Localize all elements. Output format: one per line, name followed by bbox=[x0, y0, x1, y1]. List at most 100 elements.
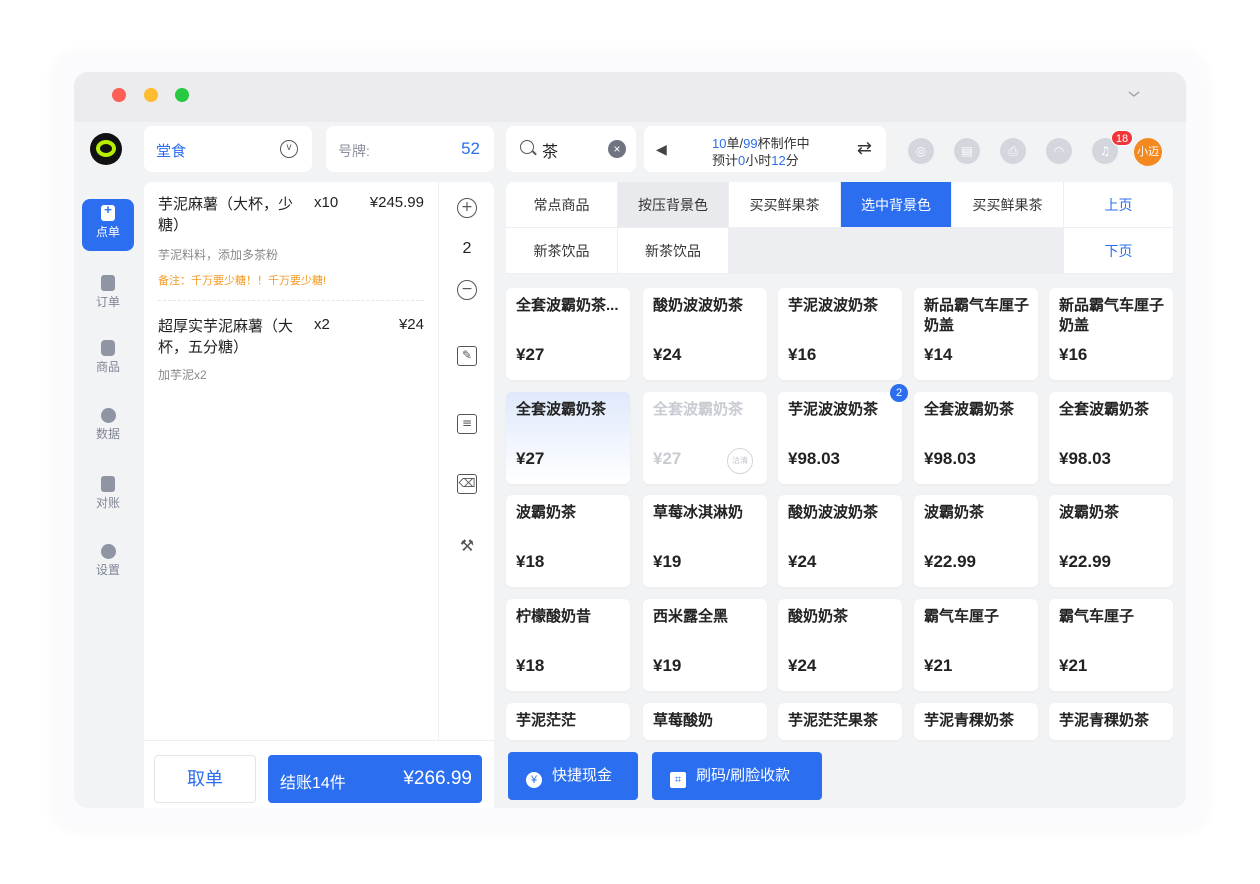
product-card[interactable]: 芋泥波波奶茶 ¥98.03 2 bbox=[778, 384, 908, 484]
product-card[interactable]: 全套波霸奶茶 ¥98.03 bbox=[1049, 392, 1173, 484]
order-tools: + 2 − ✎ ≡ ⌫ ⚒ bbox=[438, 182, 494, 748]
product-name: 西米露全黑 bbox=[653, 608, 729, 625]
dining-mode-select[interactable]: 堂食 v bbox=[144, 126, 312, 172]
order-item-name: 超厚实芋泥麻薯（大杯，五分糖） bbox=[158, 318, 294, 356]
sidebar-item-data[interactable]: 数据 bbox=[82, 402, 134, 454]
scan-pay-button[interactable]: ⌗ 刷码/刷脸收款 bbox=[652, 752, 822, 800]
category-tab-empty bbox=[729, 228, 841, 274]
trash-icon[interactable]: ⌫ bbox=[457, 474, 477, 494]
cancel-order-button[interactable]: 取单 bbox=[154, 755, 256, 803]
chevron-down-icon[interactable] bbox=[1126, 86, 1142, 102]
production-eta: 预计0小时12分 bbox=[712, 153, 799, 168]
wifi-icon[interactable]: ◠ bbox=[1046, 138, 1072, 164]
edit-icon[interactable]: ✎ bbox=[457, 346, 477, 366]
printer-icon[interactable]: ⎙ bbox=[1000, 138, 1026, 164]
number-plate-label: 号牌: bbox=[338, 143, 370, 159]
number-plate-value: 52 bbox=[461, 139, 480, 158]
prev-page-button[interactable]: 上页 bbox=[1064, 182, 1174, 228]
product-price: ¥24 bbox=[788, 656, 817, 675]
product-card[interactable]: 芋泥波波奶茶 ¥16 bbox=[778, 288, 902, 380]
receipt-icon[interactable]: ▤ bbox=[954, 138, 980, 164]
app-window: 点单 订单 商品 数据 对账 设置 堂食 v 号牌: 52 茶 bbox=[74, 72, 1186, 808]
sold-out-stamp: 沽清 bbox=[727, 448, 753, 474]
sidebar-item-order-entry[interactable]: 点单 bbox=[82, 199, 134, 251]
product-card[interactable]: 芋泥茫茫 bbox=[506, 703, 630, 740]
category-tab[interactable]: 新茶饮品 bbox=[618, 228, 729, 274]
speaker-icon: ◀︎ bbox=[656, 141, 667, 157]
search-query: 茶 bbox=[542, 144, 559, 161]
sidebar-item-label: 对账 bbox=[95, 496, 120, 510]
note-edit-icon[interactable]: ≡ bbox=[457, 414, 477, 434]
minimize-window-button[interactable] bbox=[144, 88, 158, 102]
avatar[interactable]: 小迈 bbox=[1134, 138, 1162, 166]
title-bar bbox=[74, 72, 1186, 122]
product-card[interactable]: 草莓冰淇淋奶 ¥19 bbox=[643, 495, 767, 587]
product-price: ¥19 bbox=[653, 656, 682, 675]
search-input[interactable]: 茶 × bbox=[506, 126, 636, 172]
clear-broom-icon[interactable]: ⚒ bbox=[457, 538, 477, 558]
category-tab[interactable]: 买买鲜果茶 bbox=[952, 182, 1064, 228]
product-card[interactable]: 波霸奶茶 ¥22.99 bbox=[914, 495, 1038, 587]
product-price: ¥16 bbox=[788, 345, 817, 364]
category-tab[interactable]: 按压背景色 bbox=[618, 182, 729, 228]
sidebar-item-products[interactable]: 商品 bbox=[82, 334, 134, 386]
order-item-qty: x2 bbox=[314, 316, 330, 333]
product-name: 新品霸气车厘子奶盖 bbox=[924, 297, 1030, 334]
product-card[interactable]: 酸奶奶茶 ¥24 bbox=[778, 599, 902, 691]
quick-cash-button[interactable]: ¥ 快捷现金 bbox=[508, 752, 638, 800]
document-icon bbox=[101, 275, 115, 291]
sidebar-item-orders[interactable]: 订单 bbox=[82, 269, 134, 321]
product-card[interactable]: 霸气车厘子 ¥21 bbox=[914, 599, 1038, 691]
product-card[interactable]: 全套波霸奶茶 ¥27 bbox=[506, 392, 630, 484]
sidebar-item-reconcile[interactable]: 对账 bbox=[82, 470, 134, 522]
clear-search-icon[interactable]: × bbox=[608, 140, 626, 158]
product-price: ¥24 bbox=[788, 552, 817, 571]
product-price: ¥16 bbox=[1059, 345, 1088, 364]
member-icon[interactable]: ◎ bbox=[908, 138, 934, 164]
category-tab[interactable]: 买买鲜果茶 bbox=[729, 182, 841, 228]
close-window-button[interactable] bbox=[112, 88, 126, 102]
product-name: 全套波霸奶茶 bbox=[1059, 401, 1150, 418]
checkout-total: ¥266.99 bbox=[403, 768, 472, 789]
product-price: ¥98.03 bbox=[924, 449, 976, 468]
product-card[interactable]: 草莓酸奶 bbox=[643, 703, 767, 740]
product-price: ¥27 bbox=[516, 345, 545, 364]
product-name: 波霸奶茶 bbox=[516, 504, 577, 521]
product-card[interactable]: 霸气车厘子 ¥21 bbox=[1049, 599, 1173, 691]
product-name: 芋泥茫茫果茶 bbox=[788, 712, 879, 729]
number-plate-field[interactable]: 号牌: 52 bbox=[326, 126, 494, 172]
product-card[interactable]: 酸奶波波奶茶 ¥24 bbox=[778, 495, 902, 587]
product-card[interactable]: 新品霸气车厘子奶盖 ¥16 bbox=[1049, 288, 1173, 380]
product-card[interactable]: 柠檬酸奶昔 ¥18 bbox=[506, 599, 630, 691]
product-price: ¥27 bbox=[516, 449, 545, 468]
product-card[interactable]: 芋泥青稞奶茶 bbox=[1049, 703, 1173, 740]
sidebar: 点单 订单 商品 数据 对账 设置 bbox=[74, 122, 138, 808]
product-card[interactable]: 芋泥茫茫果茶 bbox=[778, 703, 902, 740]
product-name: 全套波霸奶茶... bbox=[516, 297, 619, 314]
product-card[interactable]: 波霸奶茶 ¥18 bbox=[506, 495, 630, 587]
product-card[interactable]: 新品霸气车厘子奶盖 ¥14 bbox=[914, 288, 1038, 380]
product-card[interactable]: 酸奶波波奶茶 ¥24 bbox=[643, 288, 767, 380]
cash-icon: ¥ bbox=[526, 772, 542, 788]
increase-icon[interactable]: + bbox=[457, 198, 477, 218]
sidebar-item-settings[interactable]: 设置 bbox=[82, 538, 134, 590]
next-page-button[interactable]: 下页 bbox=[1064, 228, 1174, 274]
product-name: 全套波霸奶茶 bbox=[516, 401, 607, 418]
product-card[interactable]: 西米露全黑 ¥19 bbox=[643, 599, 767, 691]
product-card[interactable]: 全套波霸奶茶... ¥27 bbox=[506, 288, 630, 380]
category-tab[interactable]: 新茶饮品 bbox=[506, 228, 618, 274]
pie-chart-icon bbox=[100, 408, 116, 423]
product-card[interactable]: 芋泥青稞奶茶 bbox=[914, 703, 1038, 740]
sidebar-item-label: 点单 bbox=[95, 225, 120, 239]
product-card[interactable]: 全套波霸奶茶 ¥98.03 bbox=[914, 392, 1038, 484]
checkout-button[interactable]: 结账14件 ¥266.99 bbox=[268, 755, 482, 803]
product-price: ¥27 bbox=[653, 449, 682, 468]
product-card: 全套波霸奶茶 ¥27 沽清 bbox=[643, 392, 767, 484]
maximize-window-button[interactable] bbox=[175, 88, 189, 102]
product-name: 全套波霸奶茶 bbox=[924, 401, 1015, 418]
category-tab[interactable]: 常点商品 bbox=[506, 182, 618, 228]
product-card[interactable]: 波霸奶茶 ¥22.99 bbox=[1049, 495, 1173, 587]
category-tab[interactable]: 选中背景色 bbox=[841, 182, 952, 228]
decrease-icon[interactable]: − bbox=[457, 280, 477, 300]
refresh-icon[interactable]: ⇄ bbox=[857, 138, 872, 159]
